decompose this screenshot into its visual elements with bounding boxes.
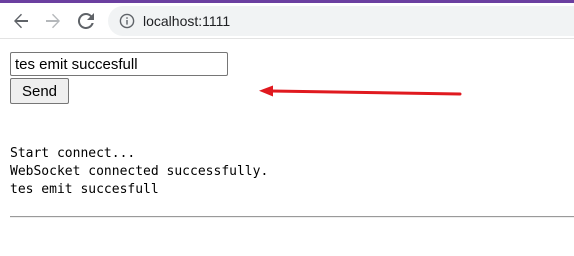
send-button[interactable]: Send — [10, 78, 69, 104]
browser-toolbar: localhost:1111 — [0, 3, 574, 39]
page-content: Send Start connect... WebSocket connected… — [0, 39, 574, 256]
reload-button[interactable] — [75, 10, 97, 32]
back-button[interactable] — [10, 10, 32, 32]
forward-button[interactable] — [42, 10, 64, 32]
arrow-right-icon — [46, 13, 60, 29]
log-line: tes emit succesfull — [10, 182, 159, 197]
log-line: WebSocket connected successfully. — [10, 164, 269, 179]
message-input[interactable] — [10, 52, 228, 76]
horizontal-rule — [10, 216, 574, 218]
message-log: Start connect... WebSocket connected succ… — [10, 145, 268, 199]
arrow-left-icon — [14, 13, 28, 29]
reload-icon — [78, 13, 94, 29]
address-bar[interactable]: localhost:1111 — [108, 6, 574, 36]
info-icon[interactable] — [119, 13, 135, 29]
url-text[interactable]: localhost:1111 — [143, 12, 230, 30]
log-line: Start connect... — [10, 146, 136, 161]
red-arrow-annotation — [259, 85, 462, 97]
